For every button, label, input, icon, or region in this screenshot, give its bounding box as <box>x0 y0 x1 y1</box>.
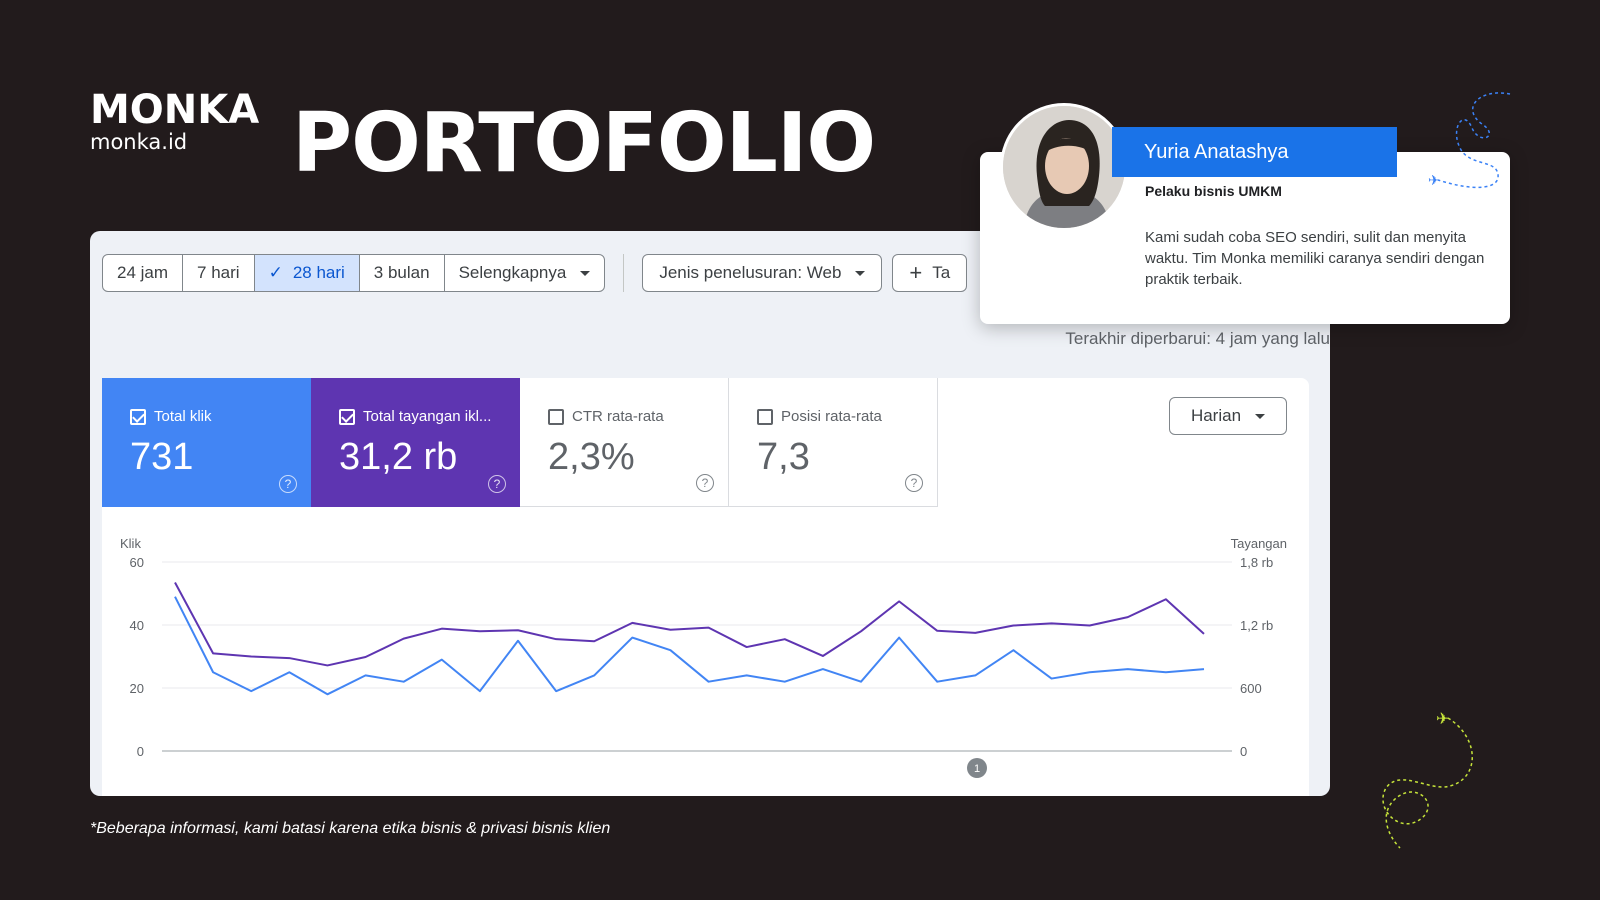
period-28d[interactable]: ✓ 28 hari <box>254 255 360 291</box>
last-updated: Terakhir diperbarui: 4 jam yang lalu <box>1065 329 1330 348</box>
y-right-tick-label: 1,8 rb <box>1240 555 1273 570</box>
brand-logo: MONKA <box>90 87 260 133</box>
help-icon[interactable]: ? <box>905 474 923 492</box>
y-right-tick-label: 0 <box>1240 744 1247 759</box>
y-axis-label: Klik <box>120 536 141 551</box>
y-tick-label: 0 <box>137 744 144 759</box>
metric-value: 2,3% <box>548 436 635 478</box>
avatar <box>1000 103 1128 231</box>
y-right-tick-label: 600 <box>1240 681 1262 696</box>
metric-total-clicks[interactable]: Total klik 731 ? <box>102 378 311 507</box>
checkbox-icon <box>548 408 564 425</box>
period-3m[interactable]: 3 bulan <box>360 255 445 291</box>
period-more-dropdown[interactable]: Selengkapnya <box>445 255 605 291</box>
check-icon: ✓ <box>268 263 283 282</box>
filter-bar: 24 jam 7 hari ✓ 28 hari 3 bulan Selengkap… <box>102 254 968 292</box>
y-tick-label: 40 <box>130 618 144 633</box>
airplane-icon: ✈ <box>1436 711 1449 728</box>
airplane-path-lime: ✈ <box>1382 711 1473 849</box>
series-line-impressions <box>174 582 1205 667</box>
y-tick-label: 60 <box>130 555 144 570</box>
page-title: PORTOFOLIO <box>292 96 876 191</box>
airplane-path-blue: ✈ <box>1428 92 1511 189</box>
metric-value: 31,2 rb <box>339 436 458 478</box>
period-24h[interactable]: 24 jam <box>103 255 184 291</box>
plus-icon: + <box>909 260 923 285</box>
filter-divider <box>623 254 625 292</box>
y-right-tick-label: 1,2 rb <box>1240 618 1273 633</box>
checkbox-icon <box>757 408 773 425</box>
caret-down-icon <box>1255 413 1266 419</box>
metric-value: 7,3 <box>757 436 810 478</box>
help-icon[interactable]: ? <box>279 475 297 493</box>
granularity-dropdown[interactable]: Harian <box>1169 397 1287 435</box>
period-selector: 24 jam 7 hari ✓ 28 hari 3 bulan Selengkap… <box>102 254 606 292</box>
metric-avg-ctr[interactable]: CTR rata-rata 2,3% ? <box>520 378 729 507</box>
metric-avg-position[interactable]: Posisi rata-rata 7,3 ? <box>729 378 938 507</box>
checkbox-icon <box>130 408 146 425</box>
caret-down-icon <box>855 270 866 276</box>
checkbox-icon <box>339 408 355 425</box>
search-type-dropdown[interactable]: Jenis penelusuran: Web <box>642 254 883 292</box>
period-7d[interactable]: 7 hari <box>183 255 255 291</box>
help-icon[interactable]: ? <box>696 474 714 492</box>
y-tick-label: 20 <box>130 681 144 696</box>
brand: MONKA monka.id <box>90 90 259 154</box>
brand-url: monka.id <box>90 130 188 154</box>
y-right-axis-label: Tayangan <box>1231 536 1287 551</box>
testimonial-quote: Kami sudah coba SEO sendiri, sulit dan m… <box>1145 229 1485 288</box>
performance-chart: 0 0 20 600 40 1,2 rb 60 1,8 rb Klik Tayangan 1 <box>120 536 1287 778</box>
help-icon[interactable]: ? <box>488 475 506 493</box>
caret-down-icon <box>580 270 591 276</box>
performance-card: Total klik 731 ? Total tayangan ikl... 3… <box>102 378 1309 796</box>
testimonial-role: Pelaku bisnis UMKM <box>1145 183 1282 199</box>
testimonial-name: Yuria Anatashya <box>1112 127 1397 177</box>
metric-total-impressions[interactable]: Total tayangan ikl... 31,2 rb ? <box>311 378 520 507</box>
footnote: *Beberapa informasi, kami batasi karena … <box>90 820 611 837</box>
series-line-clicks <box>174 596 1205 696</box>
airplane-icon: ✈ <box>1428 172 1440 188</box>
annotation-label: 1 <box>974 763 980 775</box>
metric-value: 731 <box>130 436 194 478</box>
add-filter-button[interactable]: + Ta <box>892 254 968 292</box>
